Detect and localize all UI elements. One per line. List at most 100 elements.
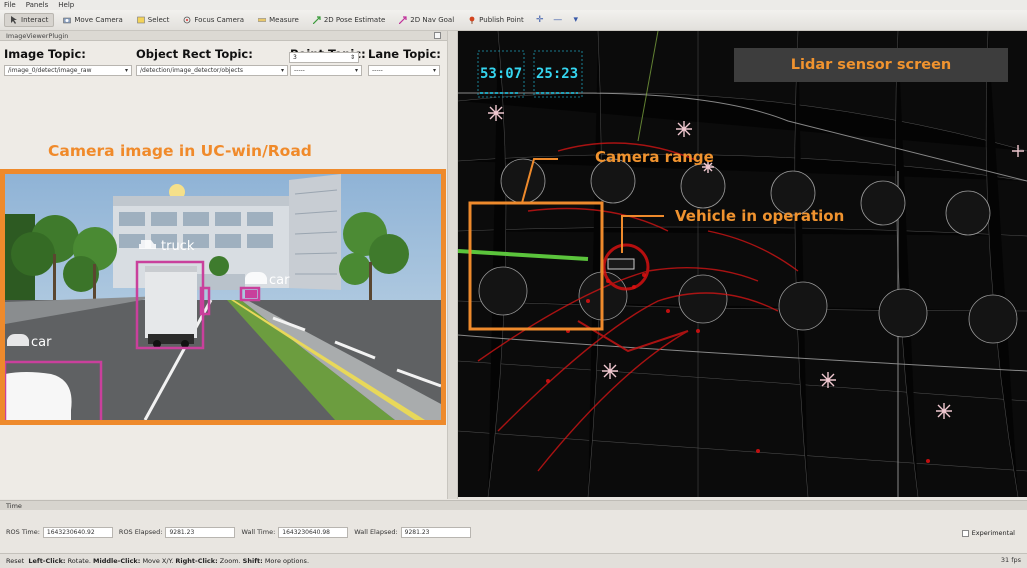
lidar-annotation: Lidar sensor screen [790,57,952,73]
time-panel: ROS Time: 1643230640.92 ROS Elapsed: 928… [0,524,1027,540]
focus-target-icon [184,16,191,24]
wall-elapsed-field: Wall Elapsed: 9281.23 [354,526,471,538]
tool-label: Focus Camera [194,16,245,24]
image-topic-group: Image Topic: /image_0/detect/image_raw ▾ [4,47,132,76]
shift-label: Shift: [242,557,263,565]
middle-click-label: Middle-Click: [93,557,141,565]
detection-label-text: truck [161,239,195,254]
tool-2d-pose-estimate[interactable]: 2D Pose Estimate [308,14,390,26]
camera-view-frame: truck car car [0,169,446,425]
vehicle-annotation: Vehicle in operation [675,207,845,225]
tool-select[interactable]: Select [132,14,175,26]
tool-interact[interactable]: Interact [4,13,55,27]
camera-view: truck car car [5,174,441,420]
rect-topic-label: Object Rect Topic: [136,47,253,61]
tool-label: Select [147,16,170,24]
experimental-checkbox[interactable] [961,529,969,537]
ros-elapsed-label: ROS Elapsed: [118,528,163,536]
hud-time-1: 53:07 [480,66,522,82]
menu-bar: File Panels Help [0,0,1027,10]
left-click-label: Left-Click: [28,557,66,565]
hud-time-2: 25:23 [536,66,578,82]
map-pin-icon [469,16,475,24]
status-bar: Reset Left-Click: Rotate. Middle-Click: … [0,553,1027,568]
ros-time-field: ROS Time: 1643230640.92 [6,526,113,538]
tool-2d-nav-goal[interactable]: 2D Nav Goal [394,14,459,26]
image-topic-value: /image_0/detect/image_raw [8,67,92,74]
toolbar: Interact Move Camera Select Focus Camera… [0,10,1027,31]
point-topic-select[interactable]: ----- ▾ [290,65,362,76]
lidar-annotation-box: Lidar sensor screen [734,48,1008,82]
tool-label: Measure [269,16,299,24]
zoom-in-icon[interactable]: ✛ [533,14,547,26]
fps-counter: 31 fps [1000,556,1021,564]
ros-elapsed-field: ROS Elapsed: 9281.23 [118,526,236,538]
point-size-value: 3 [293,54,297,61]
wall-elapsed-label: Wall Elapsed: [354,528,398,536]
car-icon [245,272,267,284]
tool-measure[interactable]: Measure [253,14,304,26]
chevron-down-icon[interactable]: ▾ [569,14,583,26]
image-topic-select[interactable]: /image_0/detect/image_raw ▾ [4,65,132,76]
reset-button[interactable]: Reset [6,557,24,565]
menu-help[interactable]: Help [58,1,74,9]
middle-click-desc: Move X/Y. [142,557,174,565]
truck [145,266,197,348]
lane-topic-value: ----- [372,67,383,74]
tool-focus-camera[interactable]: Focus Camera [178,14,249,26]
tool-label: Interact [21,16,49,24]
pose-arrow-icon [312,16,321,24]
panel-title-bar: ImageViewerPlugin [0,31,447,41]
lidar-pointcloud: 53:07 25:23 [458,31,1027,497]
ego-vehicle [607,258,635,270]
menu-file[interactable]: File [4,1,16,9]
time-panel-title: Time [6,501,22,510]
ros-time-input[interactable]: 1643230640.92 [42,526,113,538]
wall-time-input[interactable]: 1643230640.98 [278,526,349,538]
wall-time-field: Wall Time: 1643230640.98 [241,526,349,538]
car-icon [7,334,29,346]
tool-label: 2D Nav Goal [410,16,455,24]
rect-topic-group: Object Rect Topic: /detection/image_dete… [136,47,288,76]
tool-move-camera[interactable]: Move Camera [58,14,127,26]
right-click-label: Right-Click: [175,557,218,565]
wall-elapsed-input[interactable]: 9281.23 [400,526,471,538]
lidar-view[interactable]: 53:07 25:23 [458,31,1027,497]
topic-bar: Image Topic: /image_0/detect/image_raw ▾ … [0,43,447,95]
shift-desc: More options. [264,557,310,565]
ruler-icon [258,18,267,22]
lane-topic-select[interactable]: ----- ▾ [368,65,440,76]
tool-label: Move Camera [74,16,123,24]
detection-label-text: car [269,273,290,288]
nav-goal-icon [399,16,407,24]
zoom-out-icon[interactable]: — [551,14,565,26]
far-car [245,290,257,298]
camera-range-annotation: Camera range [595,148,714,166]
time-panel-header: Time [0,500,1027,510]
cursor-icon [11,16,17,24]
experimental-toggle[interactable]: Experimental [961,529,1015,537]
tool-publish-point[interactable]: Publish Point [463,14,529,26]
ros-time-label: ROS Time: [6,528,40,536]
chevron-down-icon: ▾ [354,67,358,74]
panel-splitter[interactable] [447,31,458,499]
wall-time-label: Wall Time: [241,528,276,536]
ros-elapsed-input[interactable]: 9281.23 [165,526,236,538]
image-topic-label: Image Topic: [4,47,86,61]
left-click-desc: Rotate. [67,557,91,565]
spin-arrows-icon: ⇕ [349,54,355,61]
select-box-icon [136,16,145,24]
tool-label: Publish Point [479,16,524,24]
rect-topic-value: /detection/image_detector/objects [140,67,244,74]
chevron-down-icon: ▾ [280,67,284,74]
camera-move-icon [63,17,72,24]
panel-close-icon[interactable] [434,32,441,39]
near-car [5,372,72,420]
tool-label: 2D Pose Estimate [323,16,386,24]
point-size-spinbox[interactable]: 3 ⇕ [289,52,359,63]
rect-topic-select[interactable]: /detection/image_detector/objects ▾ [136,65,288,76]
menu-panels[interactable]: Panels [26,1,49,9]
experimental-label: Experimental [971,529,1015,537]
right-click-desc: Zoom. [219,557,241,565]
point-topic-value: ----- [294,67,305,74]
